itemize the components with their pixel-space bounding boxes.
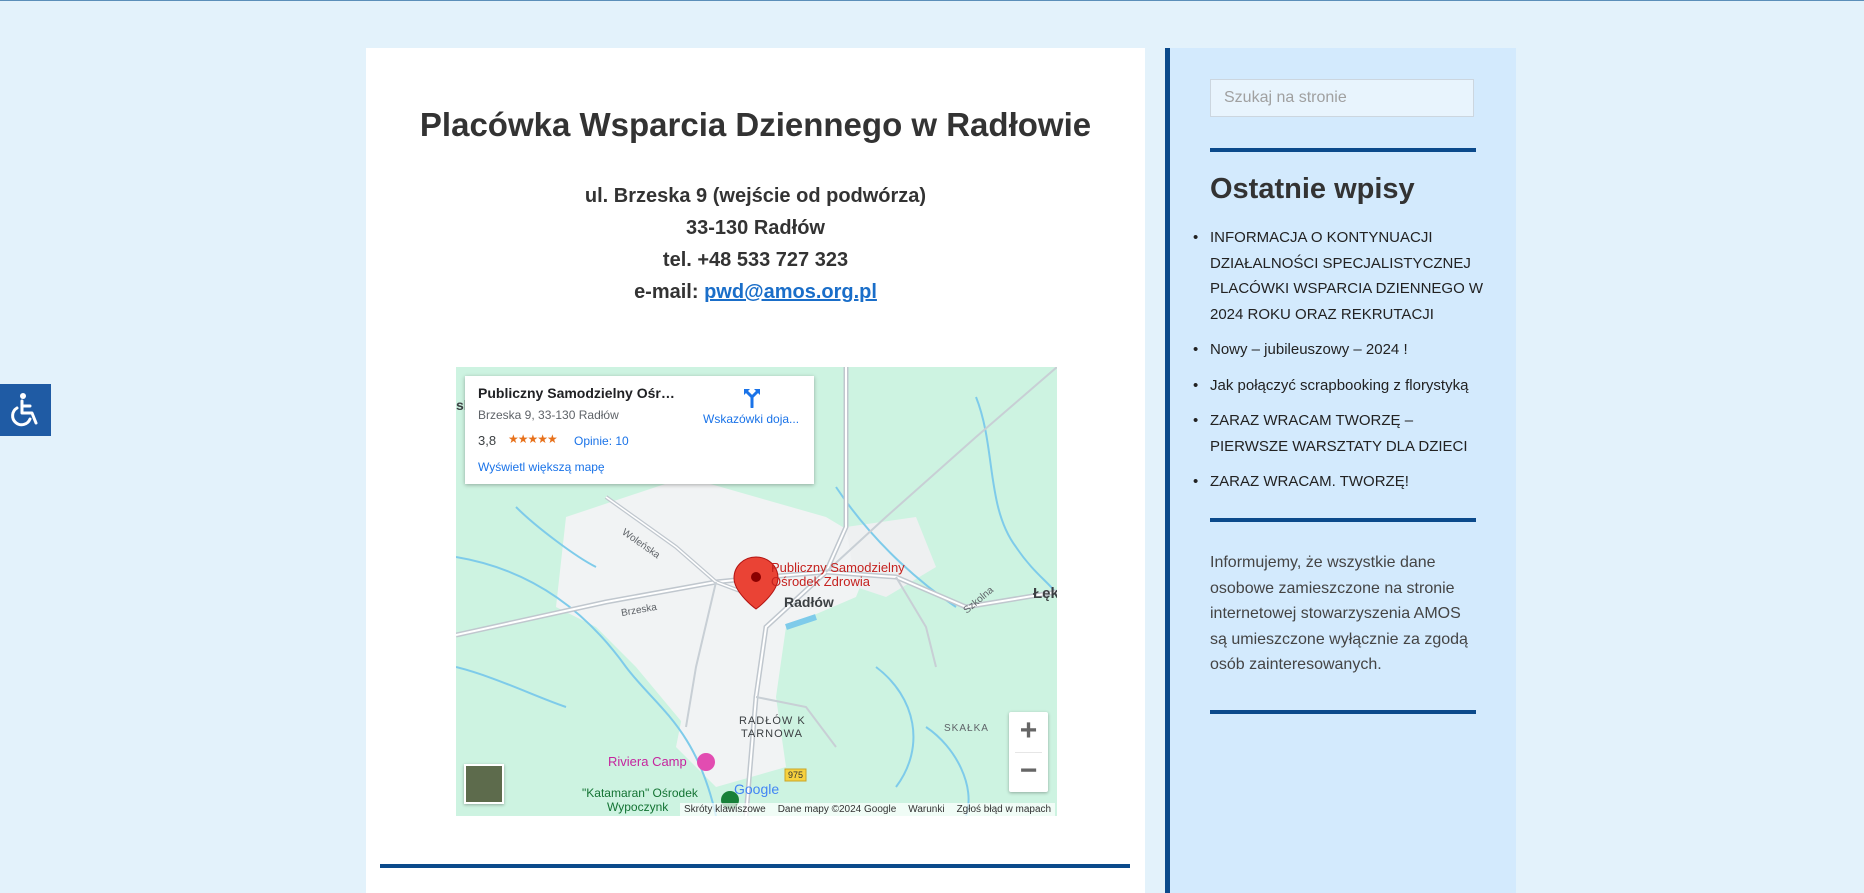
place-name[interactable]: Publiczny Samodzielny Ośrod... (478, 385, 678, 401)
recent-posts-list: INFORMACJA O KONTYNUACJI DZIAŁALNOŚCI SP… (1193, 225, 1485, 505)
map-district-label-2: TARNOWA (741, 728, 803, 740)
post-link[interactable]: Jak połączyć scrapbooking z florystyką (1210, 377, 1468, 394)
sidebar: Ostatnie wpisy INFORMACJA O KONTYNUACJI … (1165, 48, 1516, 893)
accessibility-button[interactable] (0, 384, 51, 436)
page-title: Placówka Wsparcia Dziennego w Radłowie (419, 106, 1092, 143)
map-data-credit: Dane mapy ©2024 Google (777, 804, 897, 815)
post-link[interactable]: INFORMACJA O KONTYNUACJI DZIAŁALNOŚCI SP… (1210, 229, 1483, 323)
report-error-link[interactable]: Zgłoś błąd w mapach (957, 804, 1052, 815)
satellite-toggle[interactable] (464, 764, 504, 804)
map-town-label: Radłów (784, 594, 834, 610)
map-katamaran-label-2: Wypoczynk (607, 800, 669, 814)
embedded-map[interactable]: Publiczny Samodzielny Ośrodek Zdrowia Ra… (456, 367, 1057, 816)
main-content: Placówka Wsparcia Dziennego w Radłowie u… (366, 48, 1145, 893)
zoom-in-button[interactable]: + (1009, 712, 1048, 752)
email-line: e-mail: pwd@amos.org.pl (366, 276, 1145, 308)
map-riviera-label: Riviera Camp (608, 754, 687, 769)
directions-link[interactable]: Wskazówki doja... (703, 412, 803, 426)
search-input[interactable] (1210, 79, 1474, 117)
terms-link[interactable]: Warunki (908, 804, 944, 815)
recent-posts-title: Ostatnie wpisy (1210, 173, 1415, 205)
email-link[interactable]: pwd@amos.org.pl (704, 281, 877, 303)
post-link[interactable]: ZARAZ WRACAM TWORZĘ – PIERWSZE WARSZTATY… (1210, 412, 1468, 455)
map-katamaran-label-1: "Katamaran" Ośrodek (582, 786, 698, 800)
zoom-out-button[interactable]: − (1009, 752, 1048, 792)
content-divider (380, 864, 1130, 868)
map-marker-label-2: Ośrodek Zdrowia (771, 574, 870, 589)
google-logo: Google (734, 781, 780, 797)
zoom-controls: + − (1009, 712, 1048, 792)
list-item: Jak połączyć scrapbooking z florystyką (1193, 373, 1485, 399)
map-attribution: Skróty klawiszowe Dane mapy ©2024 Google… (680, 803, 1056, 816)
contact-block: ul. Brzeska 9 (wejście od podwórza) 33-1… (366, 180, 1145, 308)
rating-stars: ★★★★★ (508, 432, 558, 446)
list-item: INFORMACJA O KONTYNUACJI DZIAŁALNOŚCI SP… (1193, 225, 1485, 327)
sidebar-divider (1210, 518, 1476, 522)
sidebar-divider (1210, 710, 1476, 714)
sidebar-divider (1210, 148, 1476, 152)
place-rating: 3,8 (478, 433, 497, 448)
list-item: ZARAZ WRACAM. TWORZĘ! (1193, 469, 1485, 495)
post-link[interactable]: Nowy – jubileuszowy – 2024 ! (1210, 341, 1408, 358)
reviews-link[interactable]: Opinie: 10 (574, 434, 629, 448)
address-street: ul. Brzeska 9 (wejście od podwórza) (584, 185, 927, 207)
phone-number: tel. +48 533 727 323 (662, 249, 849, 271)
place-card: Publiczny Samodzielny Ośrod... Brzeska 9… (465, 376, 814, 484)
map-marker-label-1: Publiczny Samodzielny (771, 560, 905, 575)
post-link[interactable]: ZARAZ WRACAM. TWORZĘ! (1210, 473, 1409, 490)
map-edge-right-label: Łęk (1033, 585, 1057, 602)
place-address: Brzeska 9, 33-130 Radłów (478, 408, 619, 422)
privacy-notice: Informujemy, że wszystkie dane osobowe z… (1210, 554, 1468, 673)
address-city: 33-130 Radłów (686, 217, 825, 239)
keyboard-shortcuts-link[interactable]: Skróty klawiszowe (684, 804, 766, 815)
directions-icon[interactable] (741, 386, 763, 408)
map-skalka-label: SKAŁKA (944, 723, 989, 734)
map-road-975: 975 (788, 770, 804, 780)
list-item: Nowy – jubileuszowy – 2024 ! (1193, 337, 1485, 363)
list-item: ZARAZ WRACAM TWORZĘ – PIERWSZE WARSZTATY… (1193, 408, 1485, 459)
wheelchair-icon (11, 393, 38, 427)
larger-map-link[interactable]: Wyświetl większą mapę (478, 460, 605, 474)
map-district-label-1: RADŁÓW K (739, 715, 806, 727)
email-label: e-mail: (634, 281, 705, 303)
